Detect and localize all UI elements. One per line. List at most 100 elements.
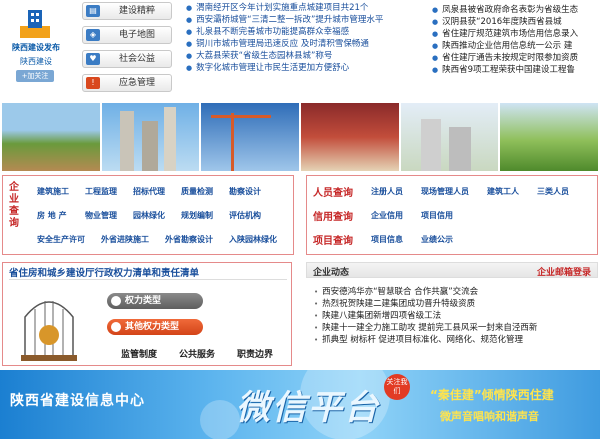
public-service-link[interactable]: 公共服务 [179,347,215,360]
logo-title: 陕西建设发布 [12,43,60,52]
photo-buildings[interactable] [400,103,499,171]
news-item[interactable]: ● 凤泉县被省政府命名表彰为省级生态 [432,4,598,16]
news-item[interactable]: • 西安德鸿华亦“智慧联合 合作共赢”交流会 [314,286,594,298]
query-link[interactable]: 园林绿化 [133,210,165,221]
bullet-icon: ● [432,54,439,62]
responsibility-link[interactable]: 职责边界 [237,347,273,360]
news-item[interactable]: • 热烈祝贺陕建二建集团成功晋升特级资质 [314,298,594,310]
query-link[interactable]: 外省勘察设计 [165,234,213,245]
query-link[interactable]: 房 地 产 [37,210,67,221]
other-power-type-button[interactable]: 其他权力类型 [107,319,203,335]
bullet-icon: • [314,312,319,320]
decor-bubble [200,400,240,439]
birdcage-icon [21,301,77,361]
dot-icon [111,296,121,306]
alert-icon: ! [86,77,100,89]
query-link[interactable]: 现场管理人员 [421,186,469,197]
query-link[interactable]: 业绩公示 [421,234,453,245]
enterprise-news-panel: 企业动态 企业邮箱登录 • 西安德鸿华亦“智慧联合 合作共赢”交流会 • 热烈祝贺陕… [306,262,598,366]
news-item[interactable]: ● 陕西省9项工程荣获中国建设工程鲁 [432,64,598,76]
quick-link-label: 电子地图 [118,30,155,40]
enterprise-mail-login-link[interactable]: 企业邮箱登录 [537,265,591,278]
news-item[interactable]: ● 铜川市城市管理局迅速反应 及时清积雪保畅通 [186,38,414,50]
quick-link-label: 建设精粹 [118,6,155,16]
query-link[interactable]: 勘察设计 [229,186,261,197]
bullet-icon: ● [186,16,193,24]
bullet-icon: ● [432,6,439,14]
bullet-icon: • [314,288,319,296]
person-query-label: 人员查询 [313,188,353,199]
news-item[interactable]: ● 汉阴县获“2016年度陕西省县城 [432,16,598,28]
query-link[interactable]: 项目信息 [371,234,403,245]
enterprise-news-list: • 西安德鸿华亦“智慧联合 合作共赢”交流会 • 热烈祝贺陕建二建集团成功晋升特级资… [314,286,594,346]
map-icon: ◈ [86,29,100,41]
news-item[interactable]: ● 省住建厅通告未按规定时限参加资质 [432,52,598,64]
news-item[interactable]: ● 省住建厅规范建筑市场信用信息录入 [432,28,598,40]
bullet-icon: ● [432,66,439,74]
bullet-icon: ● [186,64,193,72]
news-item[interactable]: ● 数字化城市管理让市民生活更加方便舒心 [186,62,414,74]
bullet-icon: ● [186,28,193,36]
other-power-type-label: 其他权力类型 [125,322,180,332]
enterprise-query-label: 企业查询 [9,182,19,229]
quick-link-map[interactable]: ◈ 电子地图 [82,26,172,44]
banner-follow-badge[interactable]: 关注我们 [384,374,410,400]
query-link[interactable]: 注册人员 [371,186,403,197]
power-type-button[interactable]: 权力类型 [107,293,203,309]
enterprise-query-box: 企业查询 建筑施工 工程监理 招标代理 质量检测 勘察设计 房 地 产 物业管理… [2,175,294,255]
dot-icon [111,322,121,332]
query-link[interactable]: 规划编制 [181,210,213,221]
news-item[interactable]: ● 陕西推动企业信用信息统一公示 建 [432,40,598,52]
logo-subtitle: 陕西建设 [20,57,52,66]
bullet-icon: ● [186,52,193,60]
follow-button[interactable]: +加关注 [16,70,54,82]
banner-slogan-2: 微声音唱响和谐声音 [440,410,539,423]
news-item[interactable]: • 陕建八建集团新增四项省级工法 [314,310,594,322]
quick-link-label: 社会公益 [118,54,155,64]
query-link[interactable]: 质量检测 [181,186,213,197]
news-item[interactable]: • 抓典型 树标杆 促进项目标准化、网络化、规范化管理 [314,334,594,346]
query-link[interactable]: 招标代理 [133,186,165,197]
wechat-banner[interactable]: 陕西省建设信息中心 微信平台 关注我们 “秦佳建”倾情陕西住建 微声音唱响和谐声… [0,370,600,439]
news-item[interactable]: ● 大荔县荣获“省级生态园林县城”称号 [186,50,414,62]
query-link[interactable]: 物业管理 [85,210,117,221]
enterprise-news-title[interactable]: 企业动态 [313,265,349,278]
banner-wechat-title: 微信平台 [236,388,380,428]
photo-towers[interactable] [101,103,200,171]
power-list-panel: 省住房和城乡建设厅行政权力清单和责任清单 权力类型 其他权力类型 监管制度 公共… [2,262,292,366]
quick-link-charity[interactable]: ♥ 社会公益 [82,50,172,68]
regulation-link[interactable]: 监管制度 [121,347,157,360]
photo-meeting[interactable] [301,103,399,171]
photo-strip [2,103,599,171]
enterprise-news-header: 企业动态 企业邮箱登录 [306,262,598,278]
quick-link-construction[interactable]: ▤ 建设精粹 [82,2,172,20]
photo-park[interactable] [2,103,100,171]
query-link[interactable]: 外省进陕施工 [101,234,149,245]
site-logo-block: 陕西建设发布 陕西建设 +加关注 [0,0,72,96]
project-query-label: 项目查询 [313,236,353,247]
query-link[interactable]: 安全生产许可 [37,234,85,245]
bullet-icon: ● [186,40,193,48]
person-query-box: 人员查询 信用查询 项目查询 注册人员 现场管理人员 建筑工人 三类人员 企业信… [306,175,598,255]
news-item[interactable]: • 陕建十一建全力施工助攻 提前完工县风采一封来自泾西新 [314,322,594,334]
query-link[interactable]: 企业信用 [371,210,403,221]
heart-icon: ♥ [86,53,100,65]
divider [9,279,287,280]
query-link[interactable]: 工程监理 [85,186,117,197]
news-item[interactable]: ● 渭南经开区今年计划实施重点城建项目共21个 [186,2,414,14]
query-link[interactable]: 三类人员 [537,186,569,197]
city-news-list: ● 渭南经开区今年计划实施重点城建项目共21个 ● 西安灞桥城管“三清二整一拆改”提… [186,2,414,74]
news-item[interactable]: ● 西安灞桥城管“三清二整一拆改”提升城市管理水平 [186,14,414,26]
quick-link-emergency[interactable]: ! 应急管理 [82,74,172,92]
query-link[interactable]: 建筑工人 [487,186,519,197]
photo-garden[interactable] [500,103,599,171]
query-link[interactable]: 入陕园林绿化 [229,234,277,245]
power-list-title[interactable]: 省住房和城乡建设厅行政权力清单和责任清单 [9,265,199,279]
query-link[interactable]: 项目信用 [421,210,453,221]
book-icon: ▤ [86,5,100,17]
photo-crane[interactable] [201,103,300,171]
query-link[interactable]: 建筑施工 [37,186,69,197]
quick-link-label: 应急管理 [118,78,155,88]
news-item[interactable]: ● 礼泉县不断完善城市功能提高群众幸福感 [186,26,414,38]
query-link[interactable]: 评估机构 [229,210,261,221]
